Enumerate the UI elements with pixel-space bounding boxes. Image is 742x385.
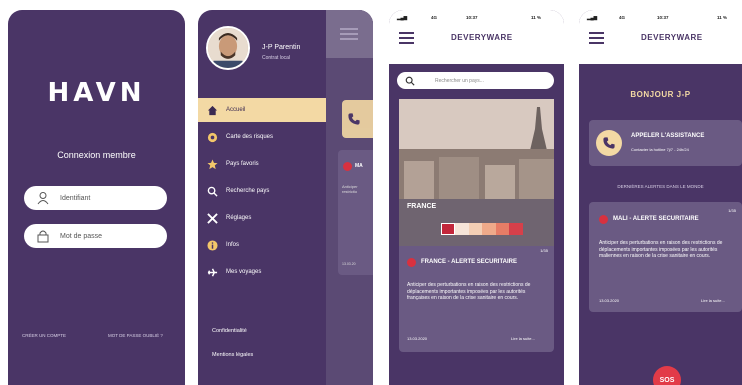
menu-item-label: Mes voyages <box>226 269 262 275</box>
alert-icon <box>407 258 416 267</box>
lock-icon <box>37 230 49 243</box>
avatar[interactable] <box>206 26 250 70</box>
star-icon <box>206 158 218 170</box>
create-account-link[interactable]: CRÉER UN COMPTE <box>22 333 66 338</box>
underlying-menu-icon <box>340 28 358 40</box>
identifier-placeholder: Identifiant <box>60 194 91 202</box>
alert-body: Anticiper des perturbations en raison de… <box>407 282 531 301</box>
read-more-link[interactable]: Lire la suite... <box>701 298 725 303</box>
call-subtitle: Contacter la hotline 7j/7 - 24h/24 <box>631 147 689 152</box>
menu-item-label: Pays favoris <box>226 161 259 167</box>
alert-title: FRANCE - ALERTE SECURITAIRE <box>421 259 517 265</box>
call-assistance-card[interactable]: APPELER L'ASSISTANCE Contacter la hotlin… <box>589 120 742 166</box>
sos-button[interactable]: SOS <box>653 366 681 385</box>
menu-item-favorites[interactable]: Pays favoris <box>198 152 326 176</box>
menu-item-country-search[interactable]: Recherche pays <box>198 179 326 203</box>
search-placeholder: Rechercher un pays... <box>435 77 484 84</box>
risk-scale <box>441 223 523 235</box>
menu-item-settings[interactable]: Réglages <box>198 206 326 230</box>
status-bar: ▂▄▆ 4G 10:37 11 % <box>389 15 564 23</box>
battery-label: 11 % <box>531 15 542 20</box>
user-icon <box>37 192 49 205</box>
pager: 1/35 <box>540 248 548 253</box>
menu-item-risk-map[interactable]: Carte des risques <box>198 125 326 149</box>
alert-card[interactable]: 1/35 MALI - ALERTE SECURITAIRE Anticiper… <box>589 202 742 312</box>
network-label: 4G <box>431 15 438 20</box>
login-screen: HAVN Connexion membre Identifiant Mot de… <box>8 10 185 385</box>
legal-notice-link[interactable]: Mentions légales <box>212 352 253 358</box>
brand-logo: DEVERYWARE <box>451 33 513 42</box>
peek-card-title: MA <box>355 163 363 169</box>
alert-card[interactable]: 1/35 FRANCE - ALERTE SECURITAIRE Anticip… <box>399 246 554 352</box>
peek-date: 13.03.20 <box>342 262 356 266</box>
menu-screen: MA Anticiper restrictio 13.03.20 J-P Par… <box>198 10 373 385</box>
phone-icon <box>596 130 622 156</box>
country-photo: FRANCE <box>399 99 554 246</box>
password-placeholder: Mot de passe <box>60 232 103 240</box>
pager: 1/35 <box>728 208 736 213</box>
user-name: J-P Parentin <box>262 44 301 51</box>
phone-icon <box>348 113 360 125</box>
underlying-call-card <box>342 100 373 138</box>
alert-date: 13.03.2020 <box>407 336 428 341</box>
forgot-password-link[interactable]: MOT DE PASSE OUBLIÉ ? <box>108 333 163 338</box>
plane-icon <box>206 266 218 278</box>
menu-item-infos[interactable]: Infos <box>198 233 326 257</box>
identifier-field[interactable]: Identifiant <box>24 186 167 210</box>
search-icon <box>206 185 218 197</box>
underlying-alert-card: MA Anticiper restrictio 13.03.20 <box>338 150 373 275</box>
alert-date: 13.03.2020 <box>599 298 620 303</box>
menu-item-label: Recherche pays <box>226 188 270 194</box>
greeting: BONJOUR J-P <box>630 90 691 99</box>
signal-icon: ▂▄▆ <box>587 15 598 20</box>
user-contract: Contrat local <box>262 55 291 61</box>
alert-title: MALI - ALERTE SECURITAIRE <box>613 216 699 222</box>
menu-item-label: Réglages <box>226 215 252 221</box>
alert-icon <box>599 215 608 224</box>
menu-item-trips[interactable]: Mes voyages <box>198 260 326 284</box>
battery-label: 11 % <box>717 15 728 20</box>
search-input[interactable]: Rechercher un pays... <box>397 72 554 89</box>
signal-icon: ▂▄▆ <box>397 15 408 20</box>
login-title: Connexion membre <box>57 150 136 160</box>
menu-item-label: Accueil <box>226 107 246 113</box>
clock: 10:37 <box>466 15 478 20</box>
tools-icon <box>206 212 218 224</box>
map-icon <box>206 131 218 143</box>
havn-logo: HAVN <box>47 78 146 108</box>
password-field[interactable]: Mot de passe <box>24 224 167 248</box>
feed-screen: ▂▄▆ 4G 10:37 11 % DEVERYWARE Rechercher … <box>389 10 564 385</box>
brand-logo: DEVERYWARE <box>641 33 703 42</box>
call-title: APPELER L'ASSISTANCE <box>631 133 705 139</box>
avatar-image <box>208 28 248 68</box>
clock: 10:37 <box>657 15 669 20</box>
info-icon <box>206 239 218 251</box>
home-screen: ▂▄▆ 4G 10:37 11 % DEVERYWARE BONJOUR J-P… <box>579 10 742 385</box>
home-icon <box>206 104 218 116</box>
status-bar: ▂▄▆ 4G 10:37 11 % <box>579 15 742 23</box>
privacy-link[interactable]: Confidentialité <box>212 328 247 334</box>
menu-item-home[interactable]: Accueil <box>198 98 326 122</box>
peek-card-text: Anticiper restrictio <box>342 184 358 195</box>
country-name: FRANCE <box>407 203 437 210</box>
alert-icon <box>343 162 352 171</box>
section-title: DERNIÈRES ALERTES DANS LE MONDE <box>617 184 704 189</box>
menu-item-label: Carte des risques <box>226 134 274 140</box>
network-label: 4G <box>619 15 626 20</box>
read-more-link[interactable]: Lire la suite... <box>511 336 535 341</box>
search-icon <box>405 76 415 86</box>
alert-body: Anticiper des perturbations en raison de… <box>599 240 723 259</box>
menu-item-label: Infos <box>226 242 240 248</box>
